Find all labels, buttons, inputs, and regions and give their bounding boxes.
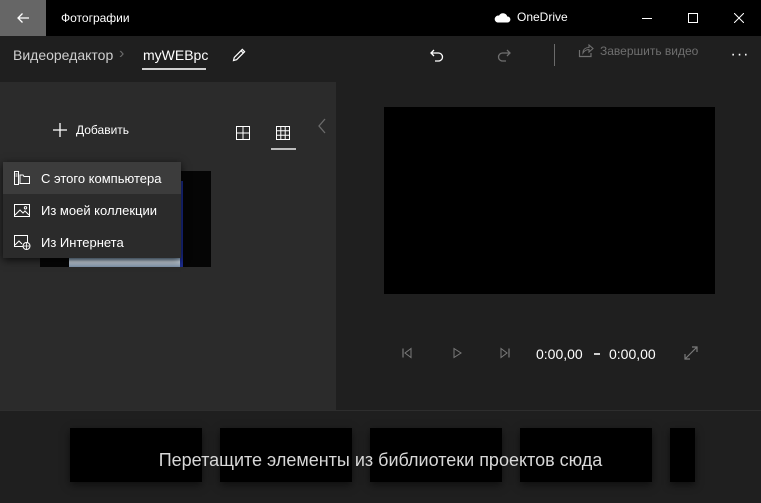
active-view-underline — [271, 148, 296, 150]
share-icon — [578, 44, 594, 58]
chevron-left-icon — [318, 118, 326, 134]
menu-item-from-web[interactable]: Из Интернета — [3, 226, 181, 258]
menu-item-label: Из Интернета — [41, 234, 124, 250]
small-grid-view-button[interactable] — [273, 123, 293, 143]
total-time: 0:00,00 — [609, 346, 656, 362]
breadcrumb-chevron-icon: › — [119, 45, 125, 62]
app-title: Фотографии — [61, 11, 130, 25]
redo-button[interactable] — [491, 42, 517, 68]
previous-frame-button[interactable] — [398, 344, 416, 362]
minimize-button[interactable] — [624, 0, 670, 36]
photo-globe-icon — [3, 234, 41, 250]
more-options-button[interactable]: ··· — [727, 42, 753, 68]
more-icon: ··· — [730, 46, 750, 63]
menu-item-from-computer[interactable]: С этого компьютера — [3, 162, 181, 194]
fullscreen-button[interactable] — [682, 344, 700, 362]
menu-item-label: С этого компьютера — [41, 170, 162, 186]
redo-icon — [497, 49, 511, 62]
expand-icon — [684, 346, 698, 360]
rename-project-button[interactable] — [226, 42, 252, 68]
next-frame-icon — [500, 347, 510, 359]
maximize-button[interactable] — [670, 0, 716, 36]
play-button[interactable] — [448, 344, 466, 362]
collapse-library-button[interactable] — [313, 115, 331, 137]
back-button[interactable] — [0, 0, 46, 36]
breadcrumb-video-editor[interactable]: Видеоредактор — [13, 47, 113, 63]
add-button-label: Добавить — [76, 123, 130, 137]
menu-item-from-collection[interactable]: Из моей коллекции — [3, 194, 181, 226]
large-grid-view-button[interactable] — [233, 123, 253, 143]
plus-icon — [53, 123, 67, 137]
menu-item-label: Из моей коллекции — [41, 202, 158, 218]
onedrive-label: OneDrive — [517, 10, 568, 24]
onedrive-status[interactable]: OneDrive — [493, 10, 568, 24]
close-button[interactable] — [716, 0, 761, 36]
current-time: 0:00,00 — [536, 346, 583, 362]
breadcrumb-active-underline — [142, 68, 206, 70]
video-preview[interactable] — [384, 107, 715, 294]
storyboard-hint: Перетащите элементы из библиотеки проект… — [158, 450, 603, 470]
finish-video-label: Завершить видео — [600, 44, 699, 58]
maximize-icon — [688, 13, 698, 23]
cloud-icon — [494, 12, 511, 22]
breadcrumb-project-name[interactable]: myWEBpc — [143, 47, 208, 63]
next-frame-button[interactable] — [496, 344, 514, 362]
add-menu: С этого компьютера Из моей коллекции Из … — [3, 162, 181, 258]
close-icon — [734, 13, 744, 23]
minimize-icon — [642, 18, 652, 19]
play-icon — [453, 347, 462, 359]
add-button[interactable]: Добавить — [52, 122, 129, 138]
undo-icon — [430, 49, 444, 62]
time-separator — [594, 353, 600, 355]
back-arrow-icon — [17, 13, 29, 23]
command-divider — [554, 44, 555, 66]
command-bar — [0, 36, 761, 80]
previous-frame-icon — [402, 347, 412, 359]
finish-video-button[interactable]: Завершить видео — [578, 44, 698, 58]
pencil-icon — [232, 48, 246, 62]
photo-icon — [3, 203, 41, 217]
small-grid-icon — [276, 126, 290, 140]
undo-button[interactable] — [424, 42, 450, 68]
computer-folder-icon — [3, 171, 41, 185]
large-grid-icon — [236, 126, 250, 140]
